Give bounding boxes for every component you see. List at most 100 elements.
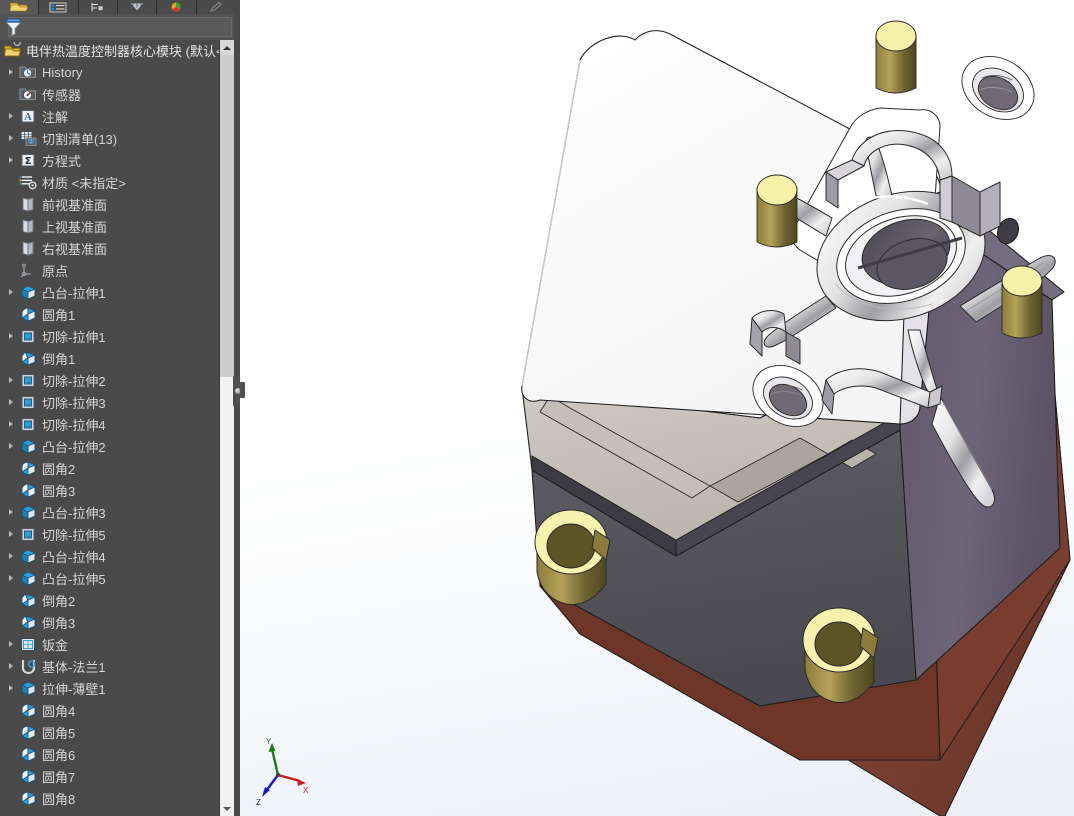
tree-item-label: 切除-拉伸5 [42, 527, 106, 543]
tree-item-27[interactable]: 钣金 [0, 633, 219, 655]
tree-item-17[interactable]: 切除-拉伸4 [0, 413, 219, 435]
filter-funnel-icon[interactable] [4, 16, 24, 38]
expand-arrow-icon[interactable] [4, 545, 18, 567]
expand-arrow-icon[interactable] [4, 325, 18, 347]
tree-item-21[interactable]: 凸台-拉伸3 [0, 501, 219, 523]
cut-extrude-icon [18, 392, 38, 412]
expand-arrow-icon[interactable] [4, 435, 18, 457]
dimxpert-icon [126, 1, 148, 13]
tree-item-20[interactable]: 圆角3 [0, 479, 219, 501]
tree-item-1[interactable]: History [0, 61, 219, 83]
expand-arrow-icon[interactable] [4, 369, 18, 391]
solidworks-window: 电伴热温度控制器核心模块 (默认<< History 传感器 A 注解切割清单(13)… [0, 0, 1074, 816]
tree-item-31[interactable]: 圆角5 [0, 721, 219, 743]
tree-item-5[interactable]: Σ 方程式 [0, 149, 219, 171]
cad-model-3d[interactable] [240, 0, 1074, 816]
expand-arrow-icon[interactable] [4, 391, 18, 413]
tree-item-label: 传感器 [42, 87, 82, 103]
tree-vertical-scrollbar[interactable] [219, 40, 234, 816]
tree-item-label: 圆角5 [42, 725, 76, 741]
feature-manager-panel: 电伴热温度控制器核心模块 (默认<< History 传感器 A 注解切割清单(13)… [0, 0, 236, 816]
tree-item-33[interactable]: 圆角7 [0, 765, 219, 787]
expand-arrow-icon[interactable] [4, 105, 18, 127]
boss-extrude-icon [18, 502, 38, 522]
fillet-icon [18, 304, 38, 324]
fillet-icon [18, 458, 38, 478]
tree-root-item[interactable]: 电伴热温度控制器核心模块 (默认<< [0, 40, 219, 61]
tree-item-8[interactable]: 上视基准面 [0, 215, 219, 237]
tree-item-label: 上视基准面 [42, 219, 108, 235]
tree-item-14[interactable]: 倒角1 [0, 347, 219, 369]
scroll-down-arrow-icon[interactable] [220, 801, 234, 816]
tree-item-label: 倒角3 [42, 615, 76, 631]
base-flange-icon [18, 656, 38, 676]
tab-property-manager[interactable] [39, 0, 79, 14]
tree-item-19[interactable]: 圆角2 [0, 457, 219, 479]
tree-item-29[interactable]: 拉伸-薄壁1 [0, 677, 219, 699]
tree-item-23[interactable]: 凸台-拉伸4 [0, 545, 219, 567]
tree-item-16[interactable]: 切除-拉伸3 [0, 391, 219, 413]
expand-arrow-icon[interactable] [4, 61, 18, 83]
chamfer-icon [18, 348, 38, 368]
expand-arrow-icon[interactable] [4, 281, 18, 303]
triad-z-axis: Z [256, 774, 279, 807]
tree-item-label: 切割清单(13) [42, 131, 118, 147]
tree-item-30[interactable]: 圆角4 [0, 699, 219, 721]
svg-text:A: A [24, 112, 32, 123]
tab-dimxpert-manager[interactable] [117, 0, 158, 14]
tree-item-26[interactable]: 倒角3 [0, 611, 219, 633]
tree-item-22[interactable]: 切除-拉伸5 [0, 523, 219, 545]
tree-item-15[interactable]: 切除-拉伸2 [0, 369, 219, 391]
tree-item-11[interactable]: 凸台-拉伸1 [0, 281, 219, 303]
expand-arrow-icon[interactable] [4, 655, 18, 677]
scrollbar-thumb[interactable] [220, 55, 234, 377]
expand-arrow-icon[interactable] [4, 149, 18, 171]
tree-item-32[interactable]: 圆角6 [0, 743, 219, 765]
tab-display-manager[interactable] [157, 0, 197, 14]
tree-item-13[interactable]: 切除-拉伸1 [0, 325, 219, 347]
tree-filter-input[interactable] [28, 18, 232, 38]
tree-item-18[interactable]: 凸台-拉伸2 [0, 435, 219, 457]
tree-item-label: 右视基准面 [42, 241, 108, 257]
tree-item-label: 凸台-拉伸2 [42, 439, 106, 455]
expand-arrow-icon[interactable] [4, 523, 18, 545]
tree-item-25[interactable]: 倒角2 [0, 589, 219, 611]
tree-item-9[interactable]: 右视基准面 [0, 237, 219, 259]
tree-item-34[interactable]: 圆角8 [0, 787, 219, 809]
expand-arrow-icon[interactable] [4, 501, 18, 523]
tree-item-12[interactable]: 圆角1 [0, 303, 219, 325]
tree-item-10[interactable]: 原点 [0, 259, 219, 281]
tab-feature-manager-design-tree[interactable] [0, 0, 40, 14]
tree-item-label: 切除-拉伸3 [42, 395, 106, 411]
tree-item-4[interactable]: 切割清单(13) [0, 127, 219, 149]
tree-item-7[interactable]: 前视基准面 [0, 193, 219, 215]
tree-item-label: 注解 [42, 109, 69, 125]
design-tree[interactable]: 电伴热温度控制器核心模块 (默认<< History 传感器 A 注解切割清单(13)… [0, 40, 219, 816]
origin-icon [18, 260, 38, 280]
expand-arrow-icon[interactable] [4, 677, 18, 699]
tree-item-3[interactable]: A 注解 [0, 105, 219, 127]
tree-item-28[interactable]: 基体-法兰1 [0, 655, 219, 677]
tree-item-2[interactable]: 传感器 [0, 83, 219, 105]
expand-arrow-icon[interactable] [4, 127, 18, 149]
sheetmetal-icon [18, 634, 38, 654]
expand-arrow-icon[interactable] [4, 413, 18, 435]
boss-extrude-icon [18, 282, 38, 302]
tree-item-24[interactable]: 凸台-拉伸5 [0, 567, 219, 589]
brass-pin [875, 20, 917, 94]
tab-appearance-manager[interactable] [196, 0, 236, 14]
triad-x-axis: X [277, 773, 309, 795]
expand-arrow-icon[interactable] [4, 633, 18, 655]
expand-arrow-icon[interactable] [4, 567, 18, 589]
tree-item-6[interactable]: 材质 <未指定> [0, 171, 219, 193]
tab-configuration-manager[interactable] [78, 0, 118, 14]
tree-item-label: 切除-拉伸1 [42, 329, 106, 345]
graphics-viewport[interactable]: Y X Z [240, 0, 1074, 816]
scroll-up-arrow-icon[interactable] [220, 40, 234, 55]
